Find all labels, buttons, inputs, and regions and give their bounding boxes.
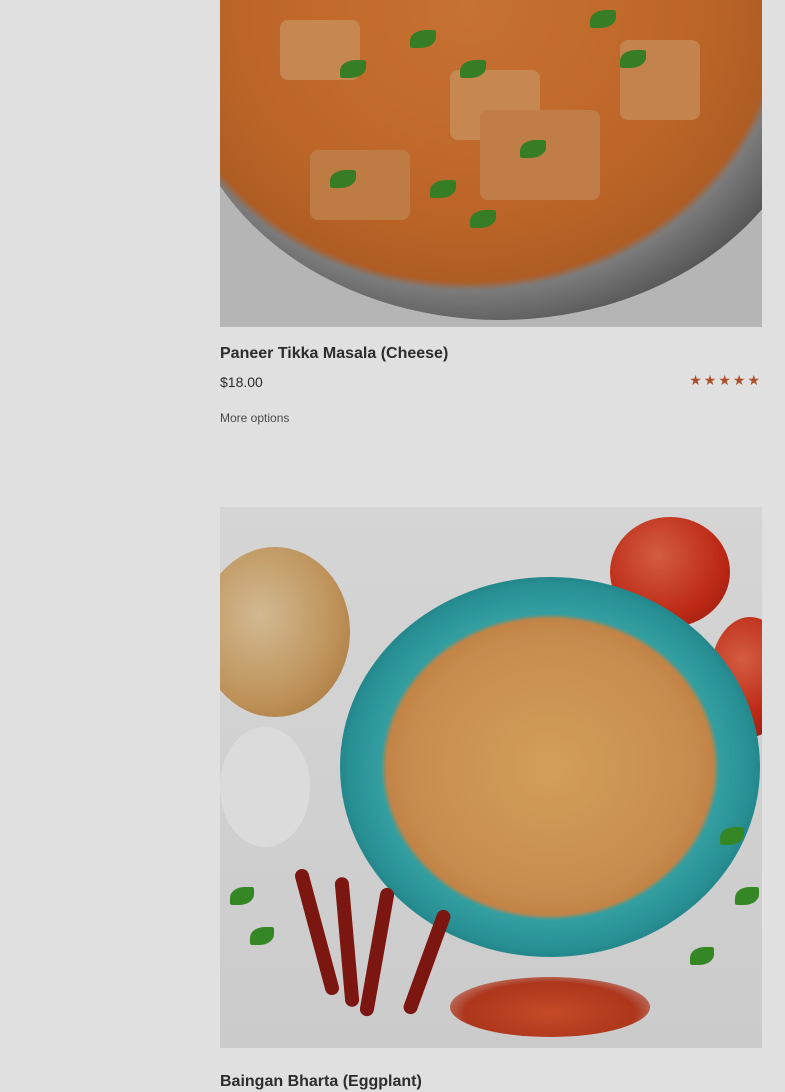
- more-options-link[interactable]: More options: [220, 411, 289, 425]
- star-icon: ★: [718, 372, 731, 388]
- rating-stars: ★ ★ ★ ★ ★: [689, 372, 760, 388]
- product-card: Baingan Bharta (Eggplant): [220, 507, 762, 1090]
- product-title[interactable]: Baingan Bharta (Eggplant): [220, 1073, 422, 1091]
- star-icon: ★: [732, 372, 746, 388]
- star-icon: ★: [689, 372, 702, 388]
- product-image[interactable]: [220, 507, 762, 1048]
- product-title[interactable]: Paneer Tikka Masala (Cheese): [220, 345, 448, 363]
- product-image[interactable]: [220, 0, 762, 327]
- star-icon: ★: [703, 372, 717, 388]
- product-card: Paneer Tikka Masala (Cheese) $18.00 ★ ★ …: [220, 0, 762, 425]
- product-price: $18.00: [220, 374, 263, 390]
- star-icon: ★: [747, 372, 760, 388]
